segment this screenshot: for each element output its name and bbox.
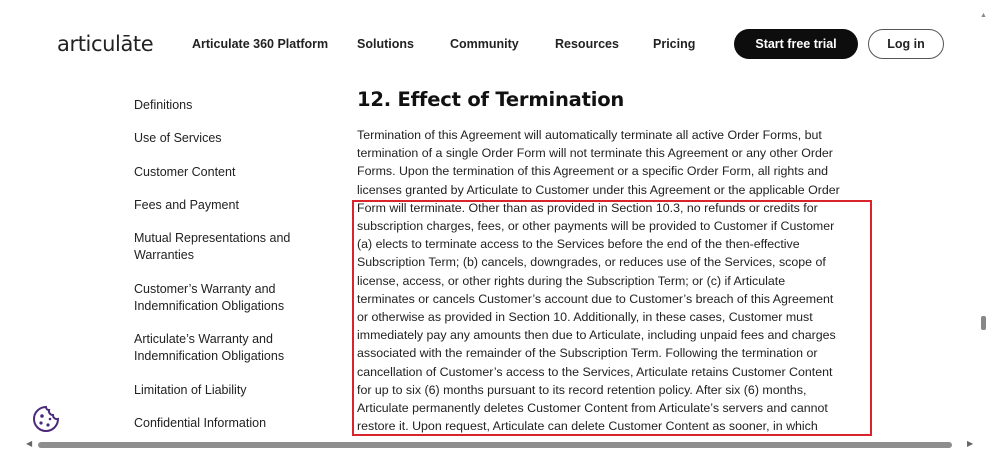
nav-pricing[interactable]: Pricing — [653, 37, 695, 51]
body-line: Articulate permanently deletes Customer … — [357, 401, 828, 416]
body-line: Subscription Term; (b) cancels, downgrad… — [357, 255, 826, 270]
body-line: terminates or cancels Customer’s account… — [357, 291, 834, 306]
section-title: 12. Effect of Termination — [357, 88, 625, 111]
body-line: termination of a single Order Form will … — [357, 146, 833, 161]
sidebar-item-use-of-services[interactable]: Use of Services — [134, 130, 324, 147]
section-body: Termination of this Agreement will autom… — [357, 126, 877, 435]
scroll-right-arrow-icon[interactable]: ▶ — [967, 439, 973, 448]
nav-solutions[interactable]: Solutions — [357, 37, 414, 51]
sidebar-item-confidential-information[interactable]: Confidential Information — [134, 415, 324, 432]
sidebar-item-fees-and-payment[interactable]: Fees and Payment — [134, 197, 324, 214]
scroll-up-arrow-icon[interactable]: ▲ — [980, 12, 987, 19]
sidebar-item-customer-content[interactable]: Customer Content — [134, 164, 324, 181]
body-line: subscription charges, fees, or other pay… — [357, 219, 835, 234]
body-line: Form will terminate. Other than as provi… — [357, 200, 818, 215]
body-line: Termination of this Agreement will autom… — [357, 128, 822, 142]
body-line: licenses granted by Articulate to Custom… — [357, 182, 840, 197]
body-line: for up to six (6) months pursuant to its… — [357, 382, 807, 397]
log-in-button[interactable]: Log in — [868, 29, 944, 59]
body-line: license, access, or other rights during … — [357, 273, 786, 288]
nav-articulate-360-platform[interactable]: Articulate 360 Platform — [192, 37, 328, 51]
vertical-scrollbar-thumb[interactable] — [981, 316, 986, 330]
articulate-logo[interactable]: articulāte — [57, 32, 154, 56]
cookie-icon — [33, 405, 60, 432]
nav-community[interactable]: Community — [450, 37, 519, 51]
body-line: (a) elects to terminate access to the Se… — [357, 237, 800, 252]
start-free-trial-button[interactable]: Start free trial — [734, 29, 858, 59]
body-line: Forms. Upon the termination of this Agre… — [357, 164, 829, 179]
sidebar-item-limitation-of-liability[interactable]: Limitation of Liability — [134, 382, 324, 399]
body-line: immediately pay any amounts then due to … — [357, 328, 836, 343]
nav-resources[interactable]: Resources — [555, 37, 619, 51]
body-line: cancellation of Customer’s access to the… — [357, 364, 833, 379]
body-line: restore it. Upon request, Articulate can… — [357, 419, 818, 434]
sidebar-item-mutual-representations[interactable]: Mutual Representations and Warranties — [134, 230, 304, 264]
body-line: associated with the remainder of the Sub… — [357, 346, 818, 361]
sidebar-item-articulate-warranty[interactable]: Articulate’s Warranty and Indemnificatio… — [134, 331, 314, 365]
sidebar-item-definitions[interactable]: Definitions — [134, 97, 324, 114]
sidebar-item-customer-warranty[interactable]: Customer’s Warranty and Indemnification … — [134, 281, 314, 315]
horizontal-scrollbar-thumb[interactable] — [38, 442, 952, 448]
cookie-settings-button[interactable] — [31, 404, 61, 434]
top-navigation: articulāte Articulate 360 Platform Solut… — [0, 0, 1008, 88]
scroll-left-arrow-icon[interactable]: ◀ — [26, 439, 32, 448]
body-line: or otherwise as provided in Section 10. … — [357, 310, 813, 325]
